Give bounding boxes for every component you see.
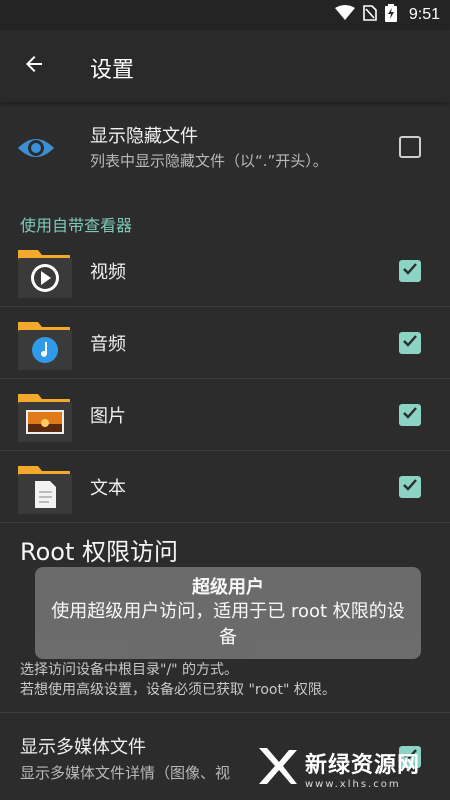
show-hidden-files-row[interactable]: 显示隐藏文件 列表中显示隐藏文件（以“.”开头）。: [0, 102, 450, 198]
no-sim-icon: [363, 5, 377, 25]
video-checkbox[interactable]: [399, 260, 421, 282]
show-hidden-files-subtitle: 列表中显示隐藏文件（以“.”开头）。: [90, 152, 328, 170]
toast-body: 使用超级用户访问，适用于已 root 权限的设备: [51, 601, 405, 648]
arrow-back-icon: [22, 52, 46, 80]
viewer-label-image: 图片: [90, 406, 126, 427]
watermark-text: 新绿资源网: [305, 752, 421, 778]
section-header-viewer: 使用自带查看器: [20, 216, 133, 235]
back-button[interactable]: [16, 48, 52, 84]
status-time: 9:51: [408, 6, 440, 23]
superuser-toast: 超级用户 使用超级用户访问，适用于已 root 权限的设备: [35, 567, 421, 659]
viewer-row-text[interactable]: 文本: [0, 452, 450, 523]
root-access-desc-line2: 若想使用高级设置，设备必须已获取 "root" 权限。: [20, 682, 336, 698]
page-title: 设置: [90, 58, 135, 83]
status-icons: 9:51: [334, 4, 440, 26]
eye-icon: [16, 128, 56, 168]
video-folder-icon: [16, 242, 74, 300]
root-access-title[interactable]: Root 权限访问: [20, 532, 178, 567]
check-icon: [401, 260, 419, 282]
viewer-row-image[interactable]: 图片: [0, 380, 450, 451]
text-checkbox[interactable]: [399, 476, 421, 498]
image-folder-icon: [16, 386, 74, 444]
show-media-files-title: 显示多媒体文件: [20, 737, 146, 758]
show-media-files-subtitle: 显示多媒体文件详情（图像、视: [20, 764, 231, 782]
check-icon: [401, 476, 419, 498]
watermark-url: www.xlhs.com: [305, 778, 401, 790]
toast-title: 超级用户: [192, 577, 264, 598]
audio-checkbox[interactable]: [399, 332, 421, 354]
watermark-logo-icon: [255, 744, 299, 792]
show-hidden-files-checkbox[interactable]: [399, 136, 421, 158]
viewer-label-video: 视频: [90, 262, 126, 283]
watermark-text-block: 新绿资源网 www.xlhs.com: [305, 747, 420, 790]
root-access-desc-line1: 选择访问设备中根目录"/" 的方式。: [20, 662, 239, 678]
check-icon: [401, 332, 419, 354]
viewer-row-video[interactable]: 视频: [0, 236, 450, 307]
status-bar: 9:51: [0, 0, 450, 30]
app-bar: 设置: [0, 30, 450, 102]
wifi-icon: [334, 5, 355, 25]
text-folder-icon: [16, 458, 74, 516]
show-hidden-files-title: 显示隐藏文件: [90, 126, 198, 147]
viewer-label-text: 文本: [90, 478, 126, 499]
check-icon: [401, 404, 419, 426]
root-access-description: 选择访问设备中根目录"/" 的方式。 若想使用高级设置，设备必须已获取 "roo…: [20, 660, 336, 700]
battery-charging-icon: [384, 4, 397, 26]
audio-folder-icon: [16, 314, 74, 372]
image-checkbox[interactable]: [399, 404, 421, 426]
viewer-label-audio: 音频: [90, 334, 126, 355]
viewer-row-audio[interactable]: 音频: [0, 308, 450, 379]
divider: [0, 712, 450, 713]
watermark: 新绿资源网 www.xlhs.com: [255, 742, 435, 794]
